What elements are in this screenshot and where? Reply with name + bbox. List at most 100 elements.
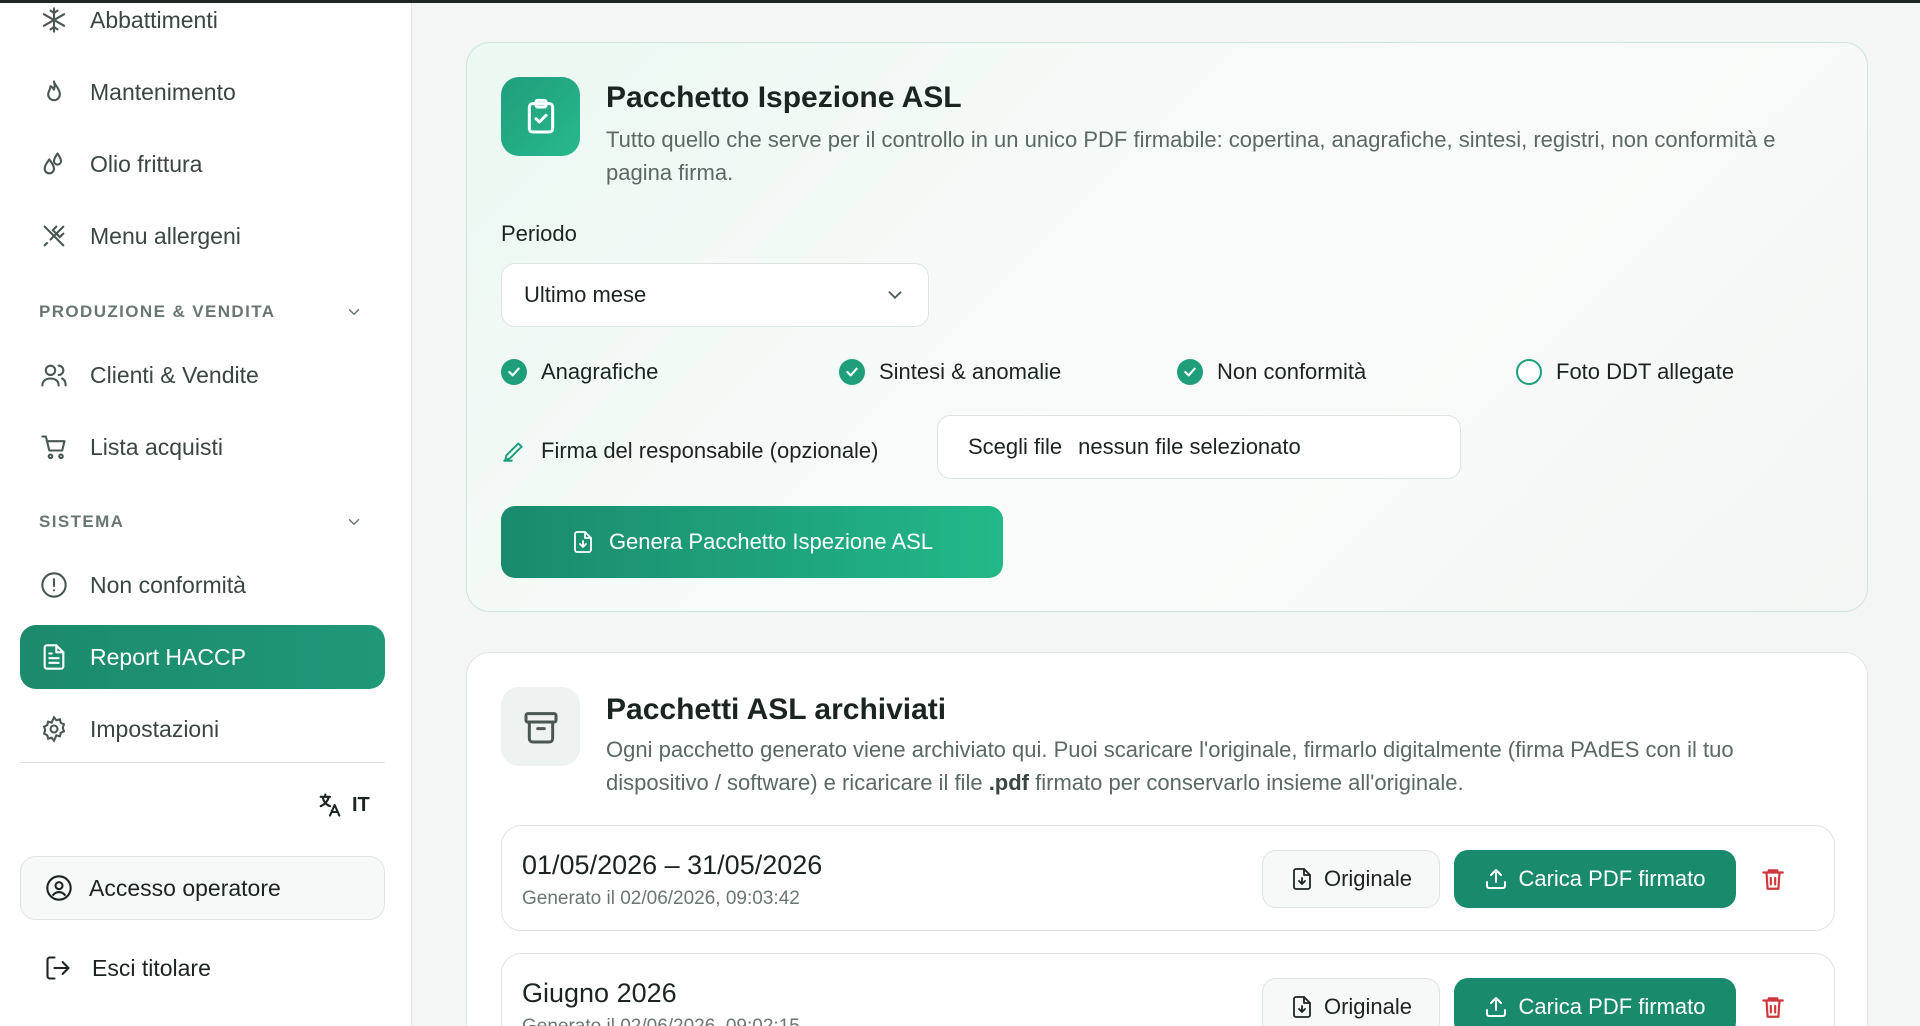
logout-label: Esci titolare [92,954,211,981]
archive-description: Ogni pacchetto generato viene archiviato… [606,733,1836,799]
sidebar-item-label: Mantenimento [90,78,236,105]
sidebar-item-mantenimento[interactable]: Mantenimento [20,60,385,124]
sidebar-item-menu-allergeni[interactable]: Menu allergeni [20,204,385,268]
signature-file-input[interactable]: Scegli file nessun file selezionato [937,415,1461,479]
clipboard-check-icon [501,77,580,156]
sidebar-item-label: Abbattimenti [90,6,218,33]
option-label: Sintesi & anomalie [879,359,1062,384]
upload-icon [1486,997,1507,1017]
chevron-down-icon [348,309,360,316]
trash-icon [1762,997,1784,1018]
generate-package-button[interactable]: Genera Pacchetto Ispezione ASL [501,506,1003,578]
sidebar-item-label: Lista acquisti [90,433,223,460]
inspection-package-card: Pacchetto Ispezione ASL Tutto quello che… [466,42,1868,612]
upload-signed-pdf-label: Carica PDF firmato [1518,866,1706,891]
section-label-text: SISTEMA [39,512,125,531]
sidebar-item-label: Non conformità [90,571,246,598]
option-sintesi-anomalie[interactable]: Sintesi & anomalie [839,355,1061,389]
download-original-button[interactable]: Originale [1262,850,1440,908]
sidebar-item-abbattimenti[interactable]: Abbattimenti [20,0,385,52]
archive-row-generated: Generato il 02/06/2026, 09:02:15 [522,1016,800,1026]
upload-signed-pdf-button[interactable]: Carica PDF firmato [1454,850,1736,908]
upload-signed-pdf-button[interactable]: Carica PDF firmato [1454,978,1736,1026]
archive-row: Giugno 2026 Generato il 02/06/2026, 09:0… [501,953,1835,1026]
sidebar-item-label: Olio frittura [90,150,203,177]
section-label-text: PRODUZIONE & VENDITA [39,302,276,321]
sidebar-divider [20,762,385,763]
file-download-icon [574,531,592,553]
inspection-title: Pacchetto Ispezione ASL [606,81,962,114]
option-anagrafiche[interactable]: Anagrafiche [501,355,658,389]
utensils-crossed-icon [38,220,70,252]
generate-package-label: Genera Pacchetto Ispezione ASL [608,529,934,554]
section-produzione-vendita[interactable]: PRODUZIONE & VENDITA [39,297,369,327]
file-status: nessun file selezionato [1078,434,1301,459]
sidebar-item-non-conformita[interactable]: Non conformità [20,553,385,617]
log-out-icon [46,956,70,980]
chevron-down-icon [888,291,902,300]
pdf-extension: .pdf [988,770,1030,795]
sidebar: Abbattimenti Mantenimento Olio frittura … [0,0,412,1026]
checked-icon [839,359,865,385]
inspection-description: Tutto quello che serve per il controllo … [606,127,1776,185]
file-text-icon [38,641,70,673]
upload-signed-pdf-label: Carica PDF firmato [1518,994,1706,1019]
window-top-border [0,0,1920,3]
archived-packages-card: Pacchetti ASL archiviati Ogni pacchetto … [466,652,1868,1026]
archive-row-title: 01/05/2026 – 31/05/2026 [522,850,823,880]
chevron-down-icon [348,519,360,526]
archive-icon [501,687,580,766]
checked-icon [1177,359,1203,385]
gear-icon [38,713,70,745]
snowflake-icon [38,4,70,36]
sidebar-item-label: Impostazioni [90,715,220,742]
file-download-icon [1293,996,1311,1018]
translate-icon [319,793,341,817]
droplets-icon [38,148,70,180]
operator-access-label: Accesso operatore [89,874,281,901]
archive-description-text-end: firmato per conservarlo insieme all'orig… [1029,770,1464,795]
option-foto-ddt[interactable]: Foto DDT allegate [1516,355,1734,389]
download-original-button[interactable]: Originale [1262,978,1440,1026]
checked-icon [501,359,527,385]
option-label: Non conformità [1217,359,1367,384]
archive-row: 01/05/2026 – 31/05/2026 Generato il 02/0… [501,825,1835,931]
delete-button[interactable] [1756,990,1790,1024]
signature-label-text: Firma del responsabile (opzionale) [541,438,879,463]
archive-title: Pacchetti ASL archiviati [606,693,947,726]
operator-access-button[interactable]: Accesso operatore [20,856,385,920]
sidebar-item-report-haccp[interactable]: Report HACCP [20,625,385,689]
period-select[interactable]: Ultimo mese [501,263,929,327]
user-circle-icon [46,875,72,901]
period-label: Periodo [501,221,577,246]
option-label: Foto DDT allegate [1556,359,1735,384]
sidebar-item-olio-frittura[interactable]: Olio frittura [20,132,385,196]
choose-file-button[interactable]: Scegli file [968,434,1062,460]
sidebar-item-label: Clienti & Vendite [90,361,259,388]
archive-row-generated: Generato il 02/06/2026, 09:03:42 [522,888,800,909]
section-sistema[interactable]: SISTEMA [39,507,369,537]
trash-icon [1762,869,1784,890]
file-download-icon [1293,868,1311,890]
users-icon [38,359,70,391]
unchecked-icon [1516,359,1542,385]
option-non-conformita[interactable]: Non conformità [1177,355,1366,389]
sidebar-item-label: Menu allergeni [90,222,241,249]
alert-circle-icon [38,569,70,601]
option-label: Anagrafiche [541,359,659,384]
download-original-label: Originale [1323,866,1413,891]
upload-icon [1486,869,1507,889]
sidebar-item-clienti-vendite[interactable]: Clienti & Vendite [20,343,385,407]
pen-icon [503,442,523,462]
flame-icon [38,76,70,108]
delete-button[interactable] [1756,862,1790,896]
period-select-value: Ultimo mese [524,282,647,307]
download-original-label: Originale [1323,994,1413,1019]
sidebar-item-lista-acquisti[interactable]: Lista acquisti [20,415,385,479]
language-code: IT [352,793,370,816]
archive-row-title: Giugno 2026 [522,978,677,1008]
logout-button[interactable]: Esci titolare [44,948,211,988]
language-switcher[interactable]: IT [316,788,370,822]
sidebar-item-impostazioni[interactable]: Impostazioni [20,697,385,761]
signature-label: Firma del responsabile (opzionale) [501,431,879,471]
